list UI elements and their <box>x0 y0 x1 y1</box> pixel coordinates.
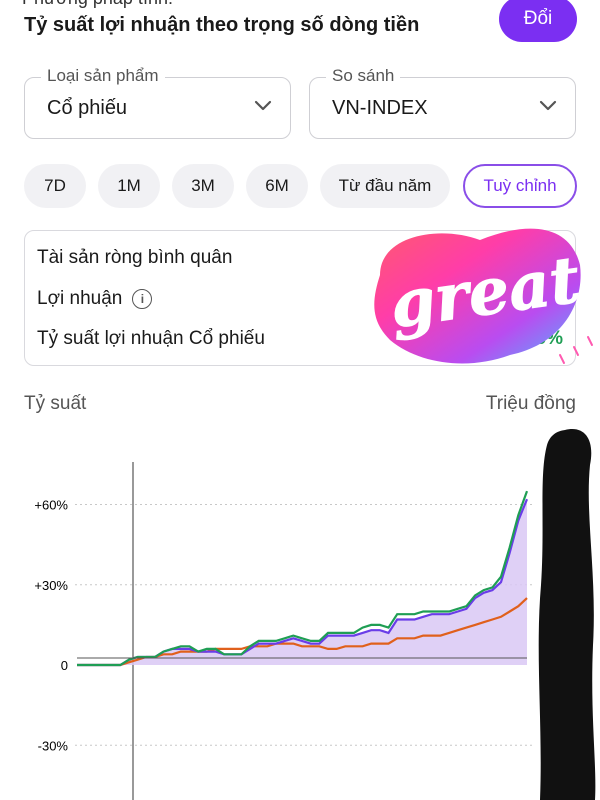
info-icon[interactable]: i <box>132 288 153 309</box>
period-ytd-button[interactable]: Từ đầu năm <box>320 164 450 208</box>
product-type-label: Loại sản phẩm <box>41 66 165 86</box>
net-assets-label: Tài sản ròng bình quân <box>37 247 233 268</box>
product-type-value: Cổ phiếu <box>47 97 128 119</box>
period-7d-button[interactable]: 7D <box>24 164 86 208</box>
scribble-mark <box>538 429 596 800</box>
y-axis-ticks: +60% +30% 0 -30% <box>34 498 68 754</box>
profit-row: Lợi nhuận i <box>37 288 153 310</box>
period-6m-button[interactable]: 6M <box>246 164 308 208</box>
chevron-down-icon <box>254 100 272 111</box>
product-type-select[interactable]: Loại sản phẩm Cổ phiếu <box>24 66 291 139</box>
change-button[interactable]: Đổi <box>499 0 577 42</box>
y-tick-label: -30% <box>38 738 69 753</box>
compare-select[interactable]: So sánh VN-INDEX <box>309 66 576 139</box>
right-axis-title: Triệu đồng <box>485 393 576 414</box>
return-chart[interactable]: +60% +30% 0 -30% <box>0 430 600 800</box>
cutoff-method-text: Phương pháp tính: <box>22 0 173 9</box>
page-title: Tỷ suất lợi nhuận theo trọng số dòng tiề… <box>24 14 420 36</box>
left-axis-title: Tỷ suất <box>24 393 87 414</box>
profit-label: Lợi nhuận <box>37 288 123 309</box>
y-tick-label: +60% <box>34 498 68 513</box>
y-tick-label: 0 <box>61 658 68 673</box>
chevron-down-icon <box>539 100 557 111</box>
compare-value: VN-INDEX <box>332 97 428 119</box>
period-1m-button[interactable]: 1M <box>98 164 160 208</box>
return-label: Tỷ suất lợi nhuận Cổ phiếu <box>37 328 265 349</box>
great-sticker: great <box>374 228 593 364</box>
period-custom-button[interactable]: Tuỳ chỉnh <box>463 164 577 208</box>
period-3m-button[interactable]: 3M <box>172 164 234 208</box>
y-tick-label: +30% <box>34 578 68 593</box>
compare-label: So sánh <box>326 66 401 86</box>
